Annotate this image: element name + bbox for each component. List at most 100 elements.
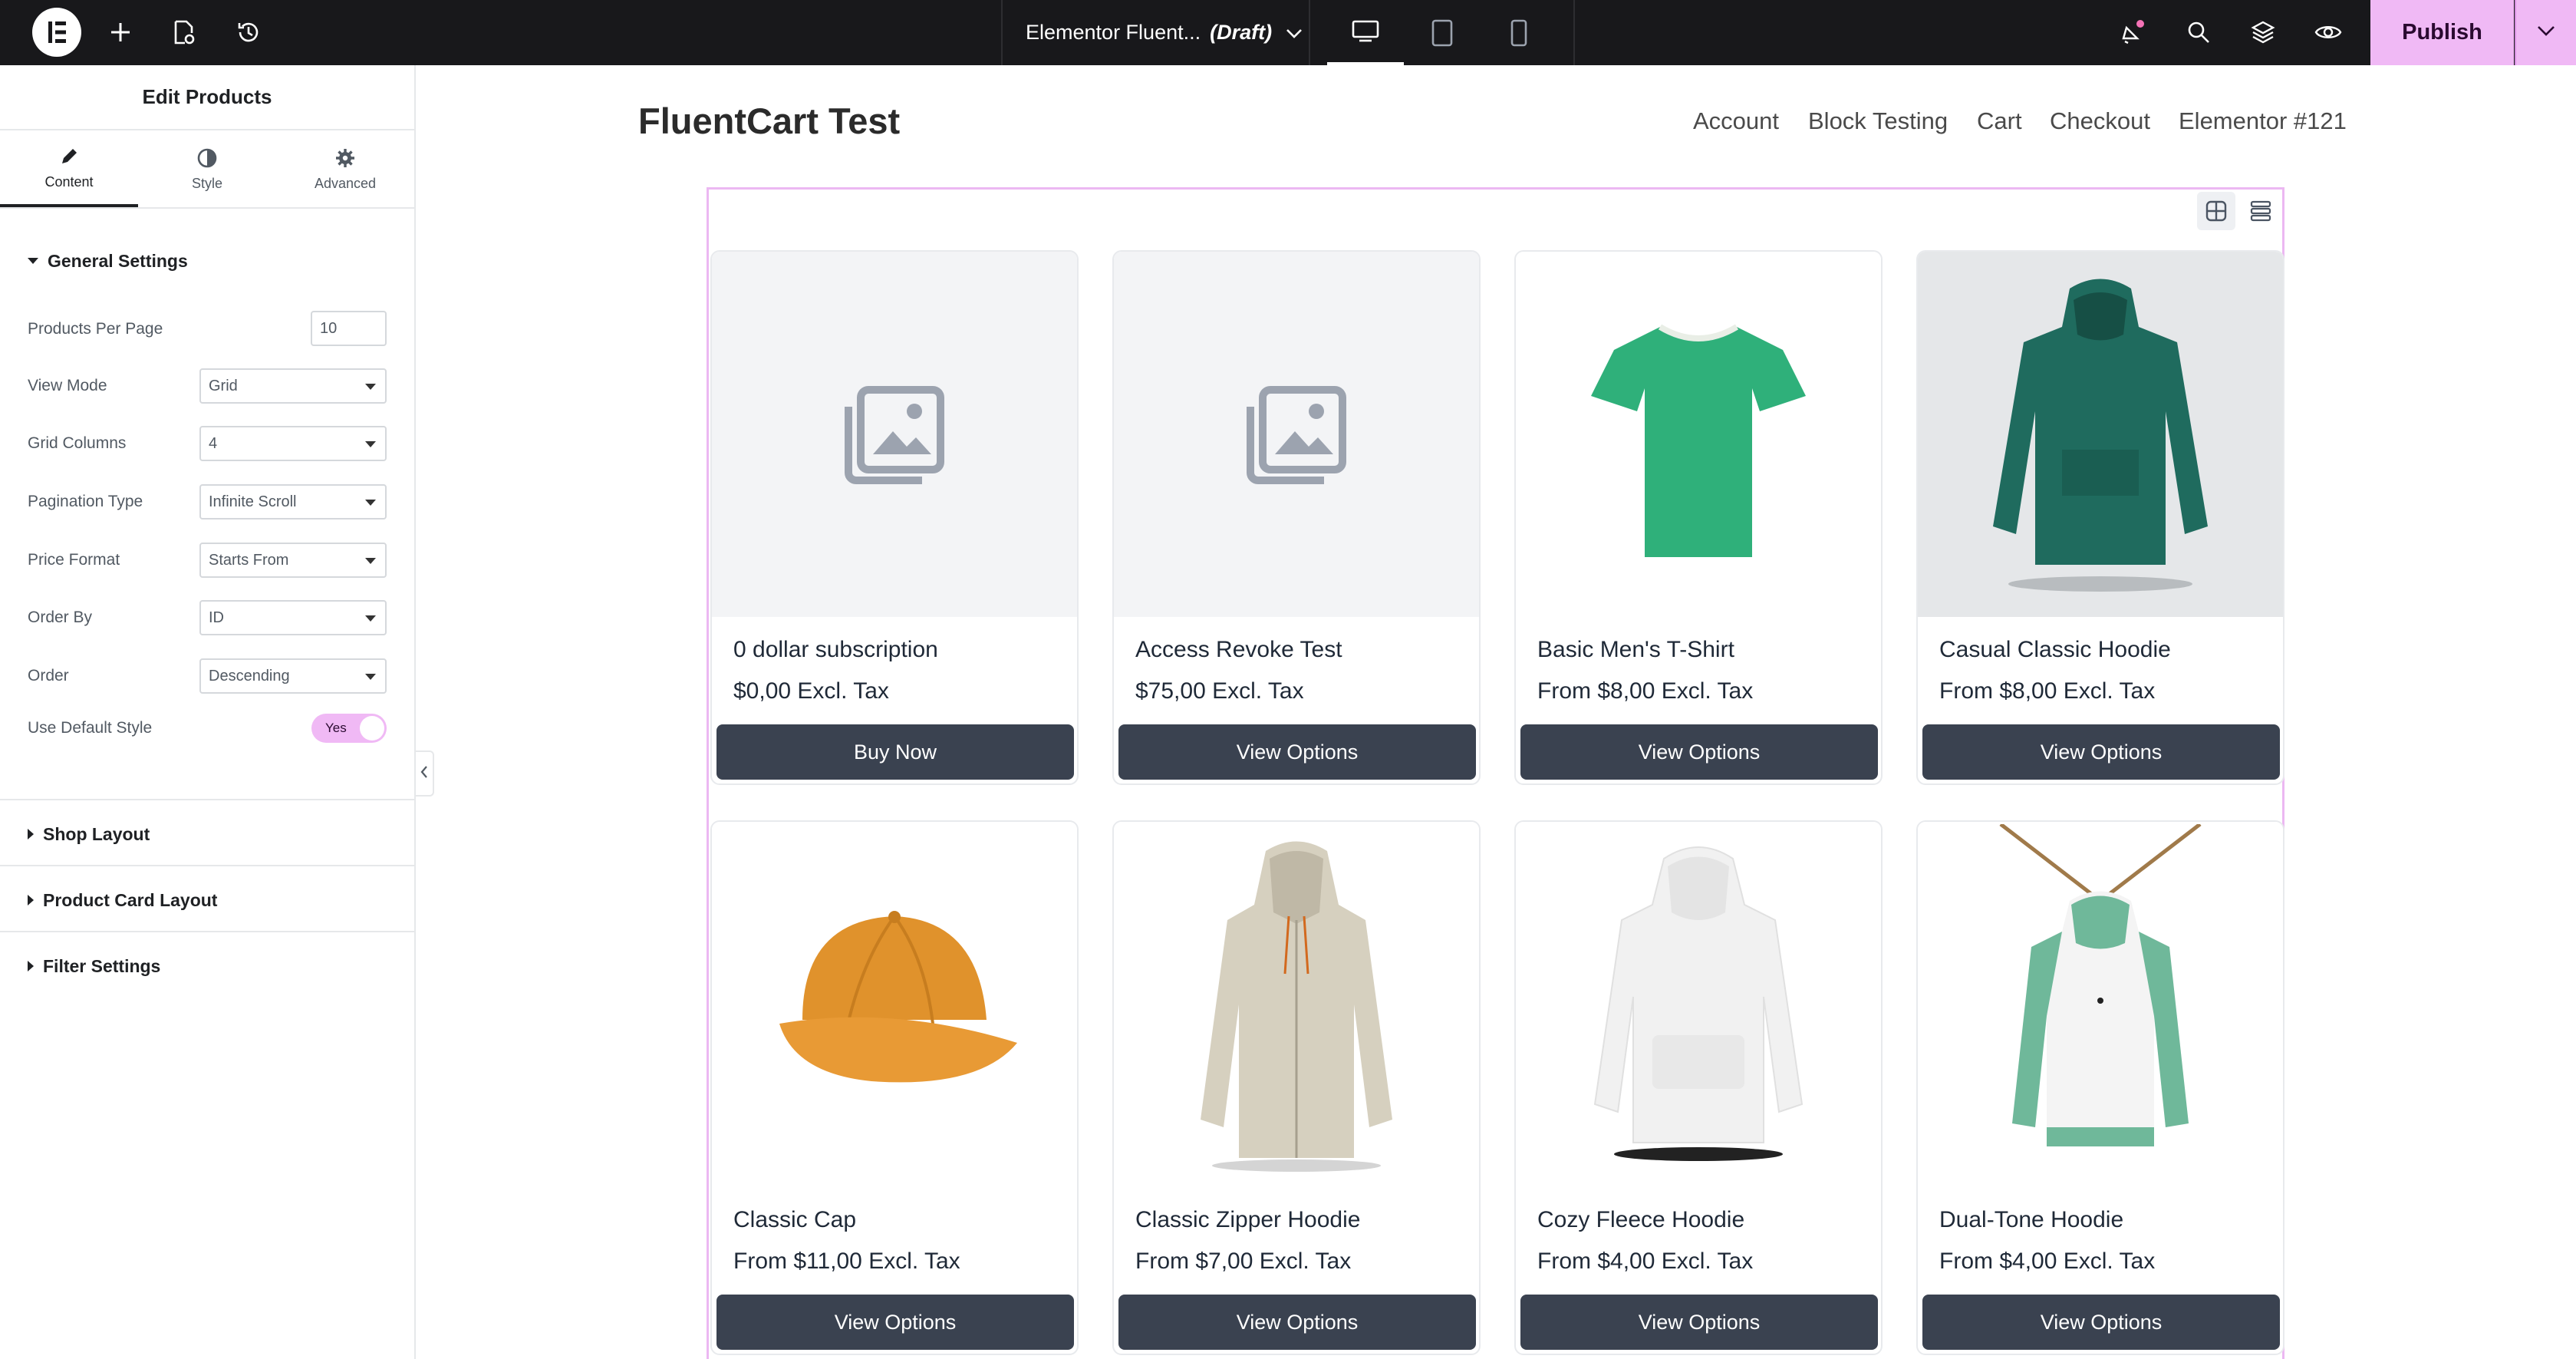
nav-account[interactable]: Account	[1693, 107, 1779, 135]
use-default-style-toggle[interactable]: Yes	[311, 714, 387, 743]
caret-right-icon	[28, 961, 34, 971]
pagination-type-select[interactable]: Infinite Scroll	[199, 484, 387, 520]
tab-content[interactable]: Content	[0, 130, 138, 207]
nav-checkout[interactable]: Checkout	[2050, 107, 2150, 135]
tab-label: Style	[191, 175, 223, 191]
product-card[interactable]: Classic Zipper Hoodie From $7,00 Excl. T…	[1112, 820, 1481, 1355]
product-card[interactable]: Access Revoke Test $75,00 Excl. Tax View…	[1112, 250, 1481, 785]
order-by-select[interactable]: ID	[199, 600, 387, 635]
page-settings-icon[interactable]	[167, 15, 201, 49]
product-card[interactable]: Dual-Tone Hoodie From $4,00 Excl. Tax Vi…	[1916, 820, 2284, 1355]
product-card[interactable]: 0 dollar subscription $0,00 Excl. Tax Bu…	[710, 250, 1079, 785]
cap-image[interactable]	[712, 822, 1077, 1187]
editor-topbar: Elementor Fluent... (Draft) Publish	[0, 0, 2576, 65]
select-value: 4	[209, 434, 218, 452]
dual-tone-hoodie-image[interactable]	[1918, 822, 2283, 1187]
view-options-button[interactable]: View Options	[1118, 724, 1476, 780]
tshirt-image[interactable]	[1516, 252, 1881, 617]
product-name[interactable]: Basic Men's T-Shirt	[1537, 637, 1734, 663]
nav-cart[interactable]: Cart	[1977, 107, 2022, 135]
view-options-button[interactable]: View Options	[1520, 724, 1878, 780]
notifications-icon[interactable]	[2116, 15, 2149, 49]
divider	[0, 799, 414, 800]
collapse-panel-button[interactable]	[416, 750, 434, 797]
dropdown-arrow-icon	[365, 384, 376, 390]
product-name[interactable]: Dual-Tone Hoodie	[1939, 1207, 2123, 1233]
dropdown-arrow-icon	[365, 441, 376, 447]
products-per-page-label: Products Per Page	[28, 320, 163, 338]
product-price: From $4,00 Excl. Tax	[1537, 1248, 1754, 1274]
site-title[interactable]: FluentCart Test	[638, 100, 900, 142]
view-options-button[interactable]: View Options	[1922, 1295, 2280, 1350]
mobile-icon[interactable]	[1481, 0, 1557, 65]
product-name[interactable]: Casual Classic Hoodie	[1939, 637, 2171, 663]
view-options-button[interactable]: View Options	[1118, 1295, 1476, 1350]
price-format-select[interactable]: Starts From	[199, 543, 387, 578]
preview-eye-icon[interactable]	[2311, 15, 2345, 49]
buy-now-button[interactable]: Buy Now	[716, 724, 1074, 780]
product-price: From $11,00 Excl. Tax	[733, 1248, 960, 1274]
product-card[interactable]: Cozy Fleece Hoodie From $4,00 Excl. Tax …	[1514, 820, 1883, 1355]
elementor-logo-icon[interactable]	[32, 8, 81, 57]
caret-down-icon	[28, 258, 38, 264]
view-options-button[interactable]: View Options	[1922, 724, 2280, 780]
placeholder-image-icon[interactable]	[1114, 252, 1479, 617]
view-mode-select[interactable]: Grid	[199, 368, 387, 404]
layers-icon[interactable]	[2246, 15, 2280, 49]
dropdown-arrow-icon	[365, 674, 376, 680]
section-shop-layout[interactable]: Shop Layout	[0, 802, 414, 866]
product-name[interactable]: Classic Zipper Hoodie	[1135, 1207, 1360, 1233]
tablet-icon[interactable]	[1404, 0, 1481, 65]
caret-right-icon	[28, 895, 34, 905]
grid-view-icon[interactable]	[2197, 192, 2235, 230]
dropdown-arrow-icon	[365, 558, 376, 564]
price-format-label: Price Format	[28, 551, 120, 569]
product-card[interactable]: Classic Cap From $11,00 Excl. Tax View O…	[710, 820, 1079, 1355]
editor-panel: Edit Products Content Style Advanced Gen…	[0, 65, 416, 1359]
publish-button[interactable]: Publish	[2370, 0, 2514, 65]
half-circle-icon	[196, 147, 219, 170]
section-general-settings[interactable]: General Settings	[0, 246, 414, 276]
product-name[interactable]: Classic Cap	[733, 1207, 856, 1233]
search-icon[interactable]	[2182, 15, 2215, 49]
product-name[interactable]: 0 dollar subscription	[733, 637, 938, 663]
product-price: $75,00 Excl. Tax	[1135, 678, 1304, 704]
product-name[interactable]: Access Revoke Test	[1135, 637, 1342, 663]
divider	[0, 931, 414, 932]
section-filter-settings[interactable]: Filter Settings	[0, 934, 414, 998]
list-view-icon[interactable]	[2242, 192, 2280, 230]
view-options-button[interactable]: View Options	[716, 1295, 1074, 1350]
section-product-card-layout[interactable]: Product Card Layout	[0, 868, 414, 932]
history-icon[interactable]	[232, 15, 265, 49]
select-value: ID	[209, 609, 224, 626]
nav-block-testing[interactable]: Block Testing	[1808, 107, 1948, 135]
chevron-down-icon	[1286, 21, 1303, 45]
document-title: Elementor Fluent...	[1026, 21, 1201, 44]
tab-style[interactable]: Style	[138, 130, 276, 207]
document-title-dropdown[interactable]: Elementor Fluent... (Draft)	[1001, 0, 1310, 65]
hoodie-image[interactable]	[1918, 252, 2283, 617]
add-element-icon[interactable]	[104, 15, 137, 49]
order-select[interactable]: Descending	[199, 658, 387, 694]
placeholder-image-icon[interactable]	[712, 252, 1077, 617]
view-options-button[interactable]: View Options	[1520, 1295, 1878, 1350]
nav-elementor-121[interactable]: Elementor #121	[2179, 107, 2347, 135]
select-value: Starts From	[209, 551, 289, 569]
zipper-hoodie-image[interactable]	[1114, 822, 1479, 1187]
fleece-hoodie-image[interactable]	[1516, 822, 1881, 1187]
product-card[interactable]: Casual Classic Hoodie From $8,00 Excl. T…	[1916, 250, 2284, 785]
products-per-page-input[interactable]: 10	[311, 311, 387, 346]
pencil-icon	[58, 145, 81, 168]
product-name[interactable]: Cozy Fleece Hoodie	[1537, 1207, 1744, 1233]
product-price: From $4,00 Excl. Tax	[1939, 1248, 2156, 1274]
desktop-icon[interactable]	[1327, 0, 1404, 65]
pagination-type-label: Pagination Type	[28, 493, 143, 510]
product-card[interactable]: Basic Men's T-Shirt From $8,00 Excl. Tax…	[1514, 250, 1883, 785]
publish-options-button[interactable]	[2515, 0, 2576, 65]
tab-label: Advanced	[314, 175, 377, 191]
section-label: Filter Settings	[43, 955, 161, 976]
tab-advanced[interactable]: Advanced	[276, 130, 414, 207]
document-status: (Draft)	[1210, 21, 1273, 44]
product-price: $0,00 Excl. Tax	[733, 678, 889, 704]
grid-columns-select[interactable]: 4	[199, 426, 387, 461]
